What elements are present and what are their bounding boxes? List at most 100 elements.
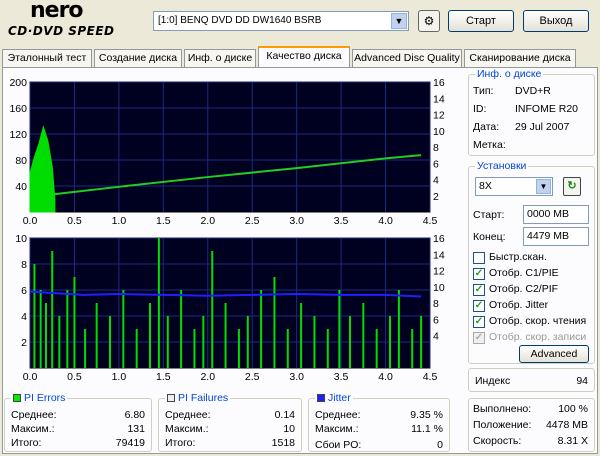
x-tick-label: 4.0 [378, 371, 393, 383]
advanced-button[interactable]: Advanced [519, 345, 589, 363]
checkbox-label: Отобр. скор. чтения [489, 315, 587, 327]
y-tick-label: 6 [21, 285, 27, 297]
chart-plot-area [29, 237, 431, 369]
x-tick-label: 3.0 [289, 215, 304, 227]
x-tick-label: 2.5 [245, 371, 260, 383]
show-jitter-checkbox[interactable]: ✓ [473, 300, 485, 312]
label: Сбои PO: [315, 439, 362, 451]
pi-errors-title: PI Errors [24, 392, 66, 404]
jitter-avg: 9.35 % [410, 409, 443, 421]
y2-tick-label: 12 [433, 266, 445, 278]
end-input[interactable]: 4479 MB [523, 227, 589, 246]
label: Тип: [473, 85, 494, 97]
label: Выполнено: [473, 403, 532, 415]
y2-tick-label: 8 [433, 142, 439, 154]
pi-errors-avg: 6.80 [124, 409, 145, 421]
x-tick-label: 3.0 [289, 371, 304, 383]
x-tick-label: 0.0 [23, 371, 38, 383]
y2-tick-label: 2 [433, 191, 439, 203]
logo-subtitle: CD·DVD SPEED [8, 24, 115, 38]
y-tick-label: 200 [9, 77, 27, 89]
start-button[interactable]: Старт [448, 10, 514, 32]
checkbox-label: Быстр.скан. [489, 251, 547, 263]
jitter-group: Jitter Среднее: 9.35 % Максим.: 11.1 % С… [308, 392, 450, 452]
label: ID: [473, 103, 487, 115]
pi-failures-avg: 0.14 [274, 409, 295, 421]
show-read-speed-checkbox[interactable]: ✓ [473, 316, 485, 328]
label: Среднее: [165, 409, 211, 421]
checkbox-label: Отобр. C2/PIF [489, 283, 559, 295]
tab-disc-info[interactable]: Инф. о диске [184, 49, 256, 67]
disc-type: DVD+R [515, 85, 551, 97]
label: Среднее: [11, 409, 57, 421]
x-tick-label: 1.5 [156, 215, 171, 227]
refresh-speed-icon[interactable]: ↻ [563, 177, 581, 196]
chevron-down-icon[interactable]: ▼ [391, 13, 407, 29]
x-tick-label: 0.5 [67, 371, 82, 383]
pi-failures-group: PI Failures Среднее: 0.14 Максим.: 10 Ит… [158, 392, 302, 452]
y2-tick-label: 4 [433, 175, 439, 187]
disc-info-title: Инф. о диске [475, 68, 544, 80]
checkbox-label: Отобр. Jitter [489, 299, 549, 311]
chart-plot-area [29, 81, 431, 213]
pi-errors-legend-icon [13, 394, 21, 403]
progress-group: Выполнено: 100 % Положение: 4478 MB Скор… [468, 398, 595, 452]
y-tick-label: 2 [21, 337, 27, 349]
tab-bar: Эталонный тест Создание диска Инф. о дис… [2, 46, 598, 68]
y-tick-label: 120 [9, 129, 27, 141]
tab-benchmark[interactable]: Эталонный тест [2, 49, 92, 67]
label: Конец: [473, 231, 506, 243]
speed-select[interactable]: 8X ▼ [475, 177, 553, 196]
po-failures-value: 0 [437, 439, 443, 451]
show-write-speed-checkbox: ✓ [473, 332, 485, 344]
disc-date: 29 Jul 2007 [515, 121, 570, 133]
x-tick-label: 2.0 [200, 371, 215, 383]
nero-logo: nero CD·DVD SPEED [4, 0, 144, 40]
x-tick-label: 4.5 [423, 371, 438, 383]
chevron-down-icon[interactable]: ▼ [536, 179, 551, 194]
y-tick-label: 40 [15, 181, 27, 193]
jitter-title: Jitter [328, 392, 351, 404]
label: Максим.: [165, 423, 209, 435]
tab-create-disc[interactable]: Создание диска [94, 49, 182, 67]
tab-advanced-disc-quality[interactable]: Advanced Disc Quality [352, 49, 462, 67]
drive-refresh-icon[interactable]: ⚙ [418, 10, 440, 32]
show-pif-checkbox[interactable]: ✓ [473, 284, 485, 296]
y2-tick-label: 10 [433, 282, 445, 294]
pi-errors-group: PI Errors Среднее: 6.80 Максим.: 131 Ито… [4, 392, 152, 452]
disc-id: INFOME R20 [515, 103, 579, 115]
start-input[interactable]: 0000 MB [523, 205, 589, 224]
y2-tick-label: 6 [433, 314, 439, 326]
tab-disc-scan[interactable]: Сканирование диска [464, 49, 576, 67]
x-tick-label: 3.5 [334, 215, 349, 227]
quick-scan-checkbox[interactable] [473, 252, 485, 264]
progress-speed: 8.31 X [557, 435, 588, 447]
y2-tick-label: 16 [433, 77, 445, 89]
y2-tick-label: 10 [433, 126, 445, 138]
jitter-legend-icon [317, 394, 325, 403]
x-tick-label: 1.0 [112, 215, 127, 227]
x-tick-label: 3.5 [334, 371, 349, 383]
x-tick-label: 4.5 [423, 215, 438, 227]
y-tick-label: 4 [21, 311, 27, 323]
y-tick-label: 80 [15, 155, 27, 167]
checkbox-label: Отобр. скор. записи [489, 331, 587, 343]
progress-position: 4478 MB [545, 419, 588, 431]
y2-tick-label: 8 [433, 298, 439, 310]
x-tick-label: 2.5 [245, 215, 260, 227]
logo-text: nero [30, 0, 84, 23]
label: Среднее: [315, 409, 361, 421]
drive-select[interactable]: [1:0] BENQ DVD DD DW1640 BSRB ▼ [153, 11, 409, 31]
x-tick-label: 1.5 [156, 371, 171, 383]
x-tick-label: 1.0 [112, 371, 127, 383]
tab-disc-quality[interactable]: Качество диска [258, 46, 350, 68]
exit-button[interactable]: Выход [523, 10, 589, 32]
label: Максим.: [315, 423, 359, 435]
disc-info-group: Инф. о диске Тип: DVD+R ID: INFOME R20 Д… [468, 68, 595, 156]
index-label: Индекс [475, 375, 511, 387]
x-tick-label: 0.0 [23, 215, 38, 227]
pi-failures-total: 1518 [271, 437, 295, 449]
y2-tick-label: 12 [433, 110, 445, 122]
label: Скорость: [473, 435, 522, 447]
show-pie-checkbox[interactable]: ✓ [473, 268, 485, 280]
